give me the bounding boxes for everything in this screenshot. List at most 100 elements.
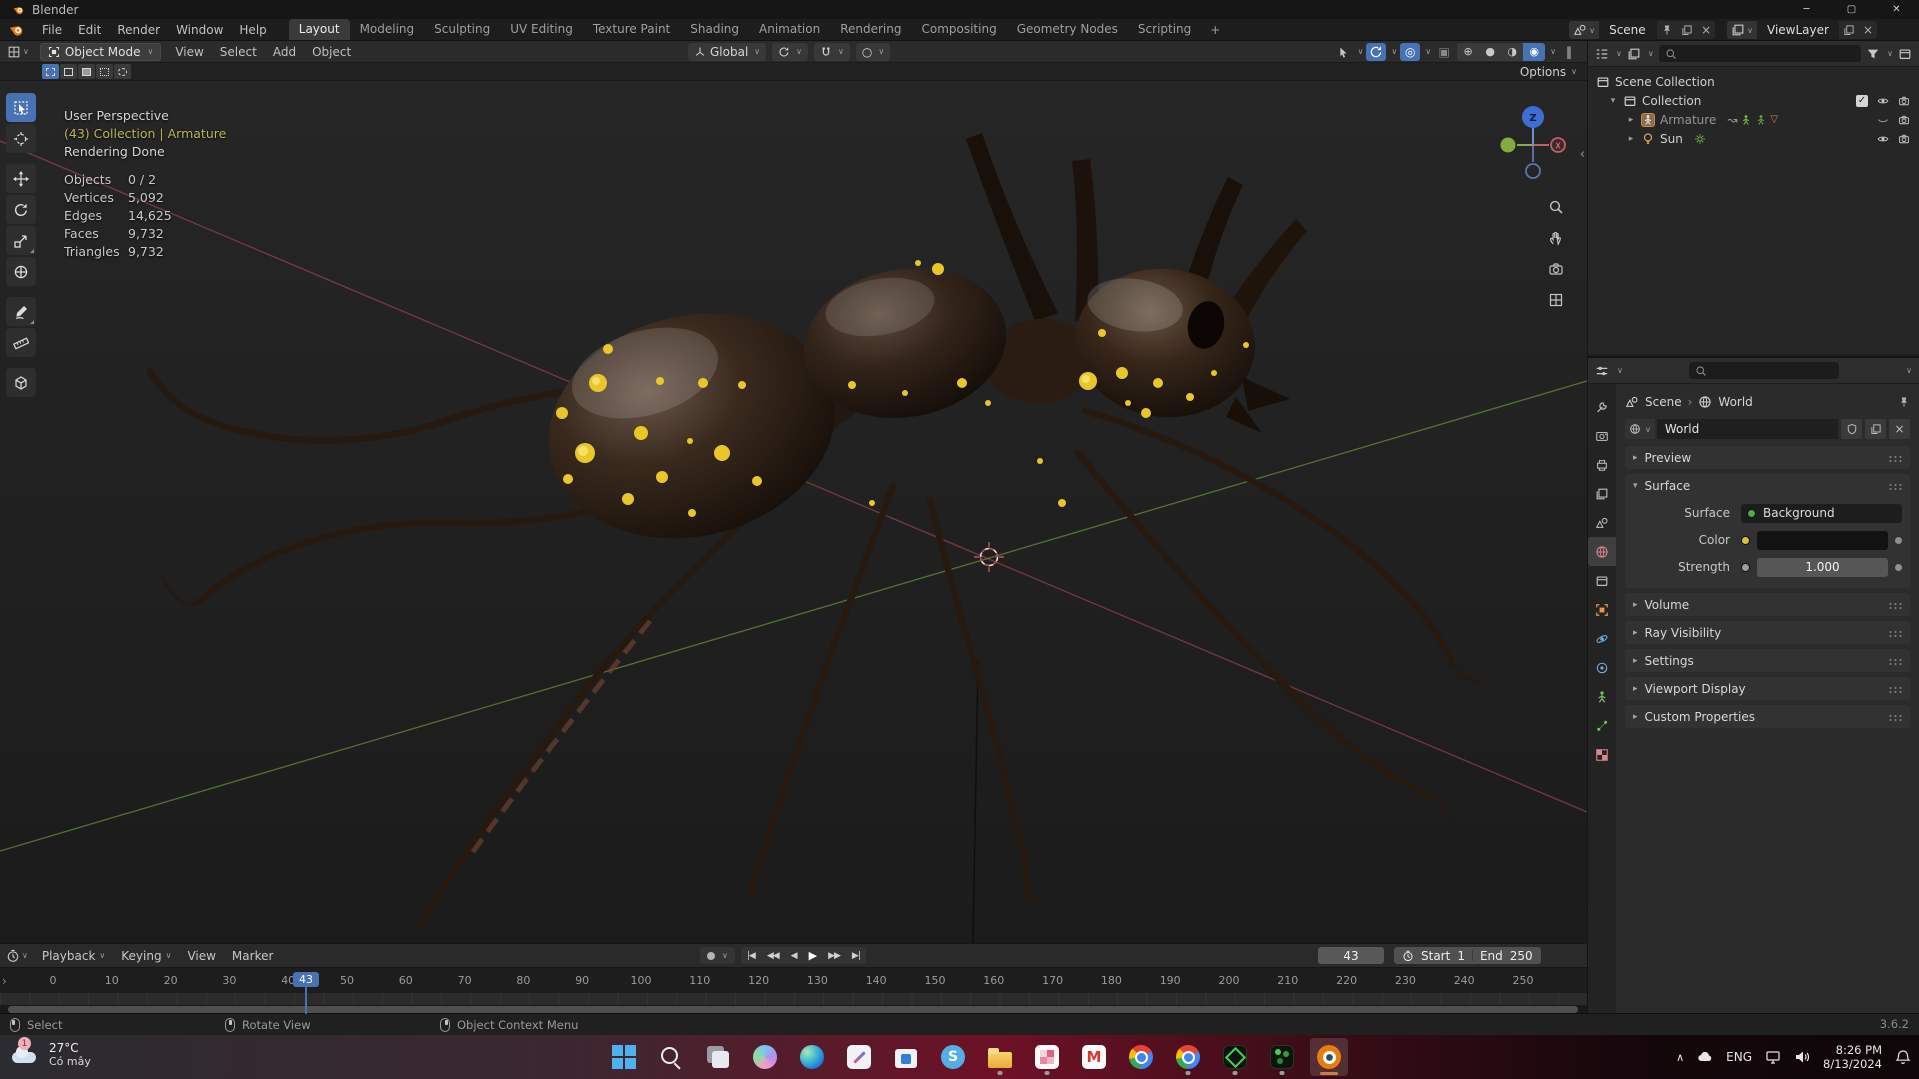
close-button[interactable]: ✕ — [1874, 0, 1919, 19]
properties-tab-tool[interactable] — [1588, 392, 1616, 421]
taskbar-app-task-view[interactable] — [699, 1038, 737, 1076]
options-dropdown[interactable]: Options∨ — [1520, 65, 1577, 79]
taskbar-app-store[interactable] — [887, 1038, 925, 1076]
timeline-ruler[interactable]: 43 0102030405060708090100110120130140150… — [0, 967, 1587, 993]
language-indicator[interactable]: ENG — [1726, 1050, 1752, 1064]
xray-toggle[interactable]: ▣ — [1434, 43, 1454, 61]
tray-overflow-icon[interactable]: ∧ — [1676, 1051, 1684, 1064]
tool-measure[interactable] — [6, 328, 36, 357]
remove-view-layer-icon[interactable]: × — [1859, 21, 1877, 39]
auto-keying-button[interactable]: ∨ — [700, 947, 735, 964]
selectability-visibility-button[interactable] — [1333, 43, 1353, 61]
unlink-scene-icon[interactable]: × — [1697, 21, 1715, 39]
properties-tab-physics[interactable] — [1588, 624, 1616, 653]
tool-move[interactable] — [6, 164, 36, 193]
workspace-tab-layout[interactable]: Layout — [289, 19, 350, 40]
select-mode-intersect[interactable] — [114, 64, 131, 79]
properties-tab-bone[interactable] — [1588, 711, 1616, 740]
scene-name[interactable]: Scene — [1599, 21, 1657, 39]
prev-frame-button[interactable]: ◀ — [785, 951, 803, 961]
shading-wireframe-button[interactable]: ⊕ — [1457, 43, 1479, 61]
duplicate-datablock-icon[interactable] — [1865, 419, 1886, 439]
taskbar-app-blender[interactable] — [1310, 1038, 1348, 1076]
shading-rendered-button[interactable]: ◉ — [1523, 43, 1545, 61]
outliner-row-armature[interactable]: ▸ Armature ↝ ▽ — [1588, 110, 1919, 129]
collapse-icon[interactable]: ▾ — [1608, 96, 1618, 106]
marker-menu[interactable]: Marker — [224, 949, 281, 963]
render-visibility-icon[interactable] — [1898, 95, 1910, 107]
weather-widget[interactable]: 1 27°C Có mây — [10, 1039, 91, 1069]
volume-icon[interactable] — [1794, 1049, 1810, 1065]
mode-selector[interactable]: Object Mode∨ — [40, 43, 161, 61]
properties-editor-icon[interactable] — [1595, 364, 1609, 378]
world-browse-button[interactable]: ∨ — [1625, 419, 1655, 439]
tool-annotate[interactable] — [6, 297, 36, 326]
properties-tab-object-data[interactable] — [1588, 682, 1616, 711]
view-menu[interactable]: View — [179, 949, 223, 963]
outliner-row-sun[interactable]: ▸ Sun — [1588, 129, 1919, 148]
hide-eye-icon[interactable] — [1877, 95, 1889, 107]
properties-tab-output[interactable] — [1588, 450, 1616, 479]
hide-eye-icon[interactable] — [1877, 133, 1889, 145]
outliner-search-input[interactable] — [1659, 45, 1861, 62]
maximize-button[interactable]: ▢ — [1829, 0, 1874, 19]
play-button[interactable]: ▶ — [803, 949, 822, 962]
outliner-row-collection[interactable]: ▾ Collection ✓ — [1588, 91, 1919, 110]
expand-icon[interactable]: ▸ — [1626, 134, 1636, 144]
viewport-menu-3[interactable]: Object — [304, 45, 359, 59]
unlink-datablock-icon[interactable]: × — [1889, 419, 1910, 439]
camera-view-icon[interactable] — [1548, 261, 1564, 277]
viewport-menu-1[interactable]: Select — [212, 45, 265, 59]
select-mode-extend[interactable] — [60, 64, 77, 79]
properties-tab-texture[interactable] — [1588, 740, 1616, 769]
section-custom-properties[interactable]: ▸Custom Properties — [1625, 705, 1910, 728]
tool-rotate[interactable] — [6, 195, 36, 224]
snap-target-selector[interactable]: ∨ — [772, 43, 808, 61]
pan-hand-icon[interactable] — [1548, 230, 1564, 246]
gizmos-toggle[interactable] — [1366, 43, 1386, 61]
new-view-layer-icon[interactable] — [1839, 21, 1859, 39]
workspace-tab-modeling[interactable]: Modeling — [350, 19, 425, 40]
surface-shader-field[interactable]: Background — [1741, 504, 1902, 523]
workspace-tab-shading[interactable]: Shading — [680, 19, 749, 40]
proportional-editing-toggle[interactable]: ○∨ — [856, 43, 890, 61]
properties-tab-collection[interactable] — [1588, 566, 1616, 595]
scene-selector[interactable]: ∨ Scene × — [1569, 21, 1715, 39]
section-volume[interactable]: ▸Volume — [1625, 593, 1910, 616]
taskbar-app-green-app-1[interactable] — [1216, 1038, 1254, 1076]
select-mode-subtract[interactable] — [78, 64, 95, 79]
new-scene-icon[interactable] — [1677, 21, 1697, 39]
properties-tab-world[interactable] — [1588, 537, 1616, 566]
workspace-tab-animation[interactable]: Animation — [749, 19, 830, 40]
workspace-tab-scripting[interactable]: Scripting — [1128, 19, 1201, 40]
taskbar-app-tiles-app[interactable] — [1028, 1038, 1066, 1076]
properties-tab-view-layer[interactable] — [1588, 479, 1616, 508]
jump-to-start-button[interactable]: |◀ — [741, 951, 761, 961]
editor-type-button[interactable]: ∨ — [0, 45, 34, 59]
expand-icon[interactable]: ▸ — [1626, 115, 1636, 125]
ortho-toggle-icon[interactable] — [1548, 292, 1564, 308]
world-color-swatch[interactable] — [1757, 531, 1888, 550]
view-layer-name[interactable]: ViewLayer — [1757, 21, 1839, 39]
shading-material-button[interactable]: ◑ — [1501, 43, 1523, 61]
workspace-tab-compositing[interactable]: Compositing — [911, 19, 1006, 40]
add-workspace-button[interactable]: + — [1201, 23, 1229, 37]
select-mode-invert[interactable] — [96, 64, 113, 79]
filter-icon[interactable] — [1866, 47, 1880, 61]
outliner-view-layer-icon[interactable] — [1627, 47, 1641, 61]
tool-scale[interactable] — [6, 226, 36, 255]
next-keyframe-button[interactable]: ▶▶ — [822, 951, 846, 961]
taskbar-app-mail-app[interactable] — [1075, 1038, 1113, 1076]
workspace-tab-rendering[interactable]: Rendering — [830, 19, 911, 40]
region-collapse-arrow[interactable]: ‹ — [1580, 147, 1585, 162]
section-settings[interactable]: ▸Settings — [1625, 649, 1910, 672]
view-layer-selector[interactable]: ∨ ViewLayer × — [1727, 21, 1877, 39]
pin-id-icon[interactable] — [1898, 396, 1910, 408]
strength-slider[interactable]: 1.000 — [1757, 558, 1888, 577]
timeline-track[interactable] — [0, 993, 1587, 1005]
animate-dot-icon[interactable] — [1895, 537, 1902, 544]
tool-cursor[interactable] — [6, 124, 36, 153]
viewport-menu-0[interactable]: View — [167, 45, 211, 59]
taskbar-app-chrome[interactable] — [1122, 1038, 1160, 1076]
taskbar-app-file-explorer[interactable] — [981, 1038, 1019, 1076]
